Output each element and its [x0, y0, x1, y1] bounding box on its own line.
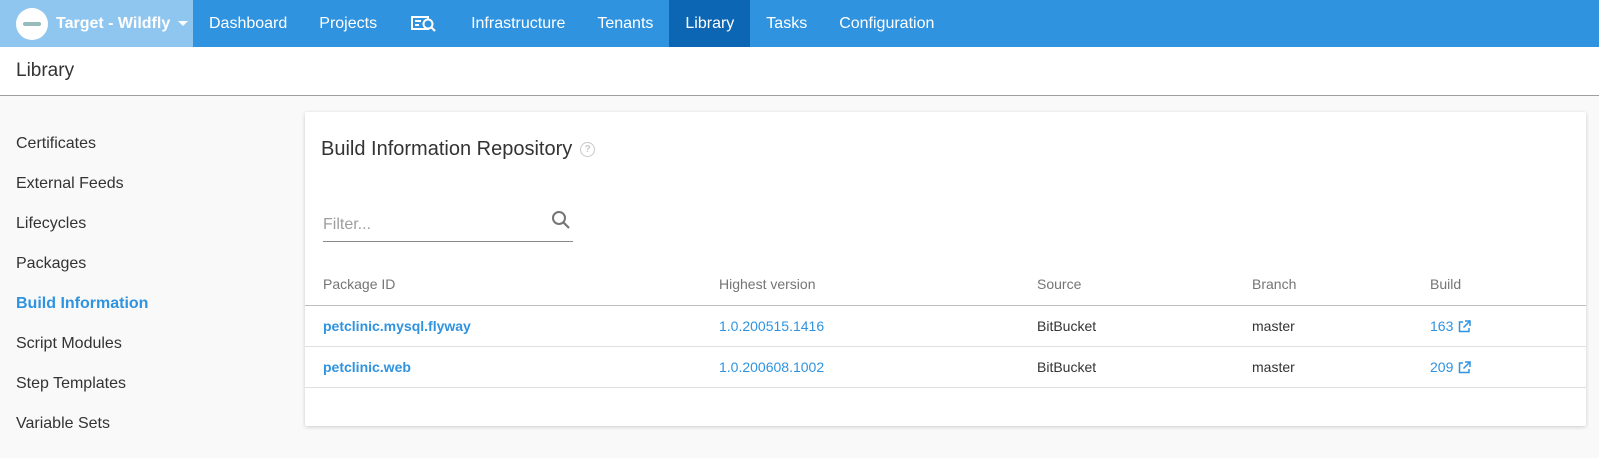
card-title: Build Information Repository — [321, 138, 573, 160]
package-id-link[interactable]: petclinic.web — [323, 359, 411, 375]
build-number: 209 — [1430, 359, 1454, 375]
package-id-link[interactable]: petclinic.mysql.flyway — [323, 318, 471, 334]
nav-tenants[interactable]: Tenants — [581, 0, 669, 47]
nav-configuration-label: Configuration — [839, 14, 935, 32]
sidebar-item-lifecycles[interactable]: Lifecycles — [16, 204, 266, 244]
table-row: petclinic.web 1.0.200608.1002 BitBucket … — [305, 347, 1586, 388]
external-link-icon — [1459, 319, 1472, 332]
nav-library[interactable]: Library — [669, 0, 751, 47]
nav-dashboard[interactable]: Dashboard — [193, 0, 303, 47]
nav-tenants-label: Tenants — [597, 14, 654, 32]
nav-search-in-space[interactable] — [393, 0, 455, 47]
column-header-source: Source — [1037, 276, 1082, 292]
column-header-branch: Branch — [1252, 276, 1297, 292]
filter-field — [323, 204, 573, 242]
column-header-highest-version: Highest version — [719, 276, 816, 292]
page-title: Library — [16, 60, 75, 81]
search-in-space-icon — [411, 15, 436, 32]
filter-input[interactable] — [323, 204, 538, 238]
build-information-table: Package ID Highest version Source Branch… — [305, 262, 1586, 388]
build-link[interactable]: 209 — [1430, 359, 1472, 375]
nav-library-label: Library — [685, 14, 735, 32]
sidebar-item-external-feeds[interactable]: External Feeds — [16, 164, 266, 204]
nav-dashboard-label: Dashboard — [209, 14, 288, 32]
column-header-package-id: Package ID — [323, 276, 396, 292]
sidebar-item-variable-sets[interactable]: Variable Sets — [16, 404, 266, 444]
source-cell: BitBucket — [1037, 318, 1097, 334]
external-link-icon — [1459, 360, 1472, 373]
nav-configuration[interactable]: Configuration — [823, 0, 950, 47]
space-switcher[interactable]: Target - Wildfly — [0, 0, 193, 47]
sidebar-item-packages[interactable]: Packages — [16, 244, 266, 284]
table-row: petclinic.mysql.flyway 1.0.200515.1416 B… — [305, 306, 1586, 347]
branch-cell: master — [1252, 359, 1295, 375]
nav-infrastructure-label: Infrastructure — [471, 14, 566, 32]
space-name: Target - Wildfly — [56, 14, 171, 32]
sidebar-item-script-modules[interactable]: Script Modules — [16, 324, 266, 364]
help-icon[interactable]: ? — [580, 142, 596, 157]
column-header-build: Build — [1430, 276, 1462, 292]
library-sidebar: Certificates External Feeds Lifecycles P… — [16, 124, 266, 444]
sidebar-item-certificates[interactable]: Certificates — [16, 124, 266, 164]
table-header-row: Package ID Highest version Source Branch… — [305, 262, 1586, 306]
nav-projects-label: Projects — [319, 14, 378, 32]
build-number: 163 — [1430, 318, 1454, 334]
build-link[interactable]: 163 — [1430, 318, 1472, 334]
page-header: Library — [0, 47, 1599, 96]
octopus-logo-icon — [16, 7, 48, 40]
nav-projects[interactable]: Projects — [303, 0, 393, 47]
version-link[interactable]: 1.0.200515.1416 — [719, 318, 824, 334]
search-icon[interactable] — [551, 210, 571, 230]
card-header: Build Information Repository ? — [321, 138, 596, 161]
top-navigation: Target - Wildfly Dashboard Projects Infr… — [0, 0, 1599, 47]
sidebar-item-step-templates[interactable]: Step Templates — [16, 364, 266, 404]
branch-cell: master — [1252, 318, 1295, 334]
nav-tasks[interactable]: Tasks — [750, 0, 823, 47]
build-information-card: Build Information Repository ? Package I… — [305, 112, 1586, 426]
nav-infrastructure[interactable]: Infrastructure — [455, 0, 581, 47]
source-cell: BitBucket — [1037, 359, 1097, 375]
nav-tasks-label: Tasks — [766, 14, 808, 32]
chevron-down-icon — [178, 21, 189, 26]
sidebar-item-build-information[interactable]: Build Information — [16, 284, 266, 324]
version-link[interactable]: 1.0.200608.1002 — [719, 359, 824, 375]
